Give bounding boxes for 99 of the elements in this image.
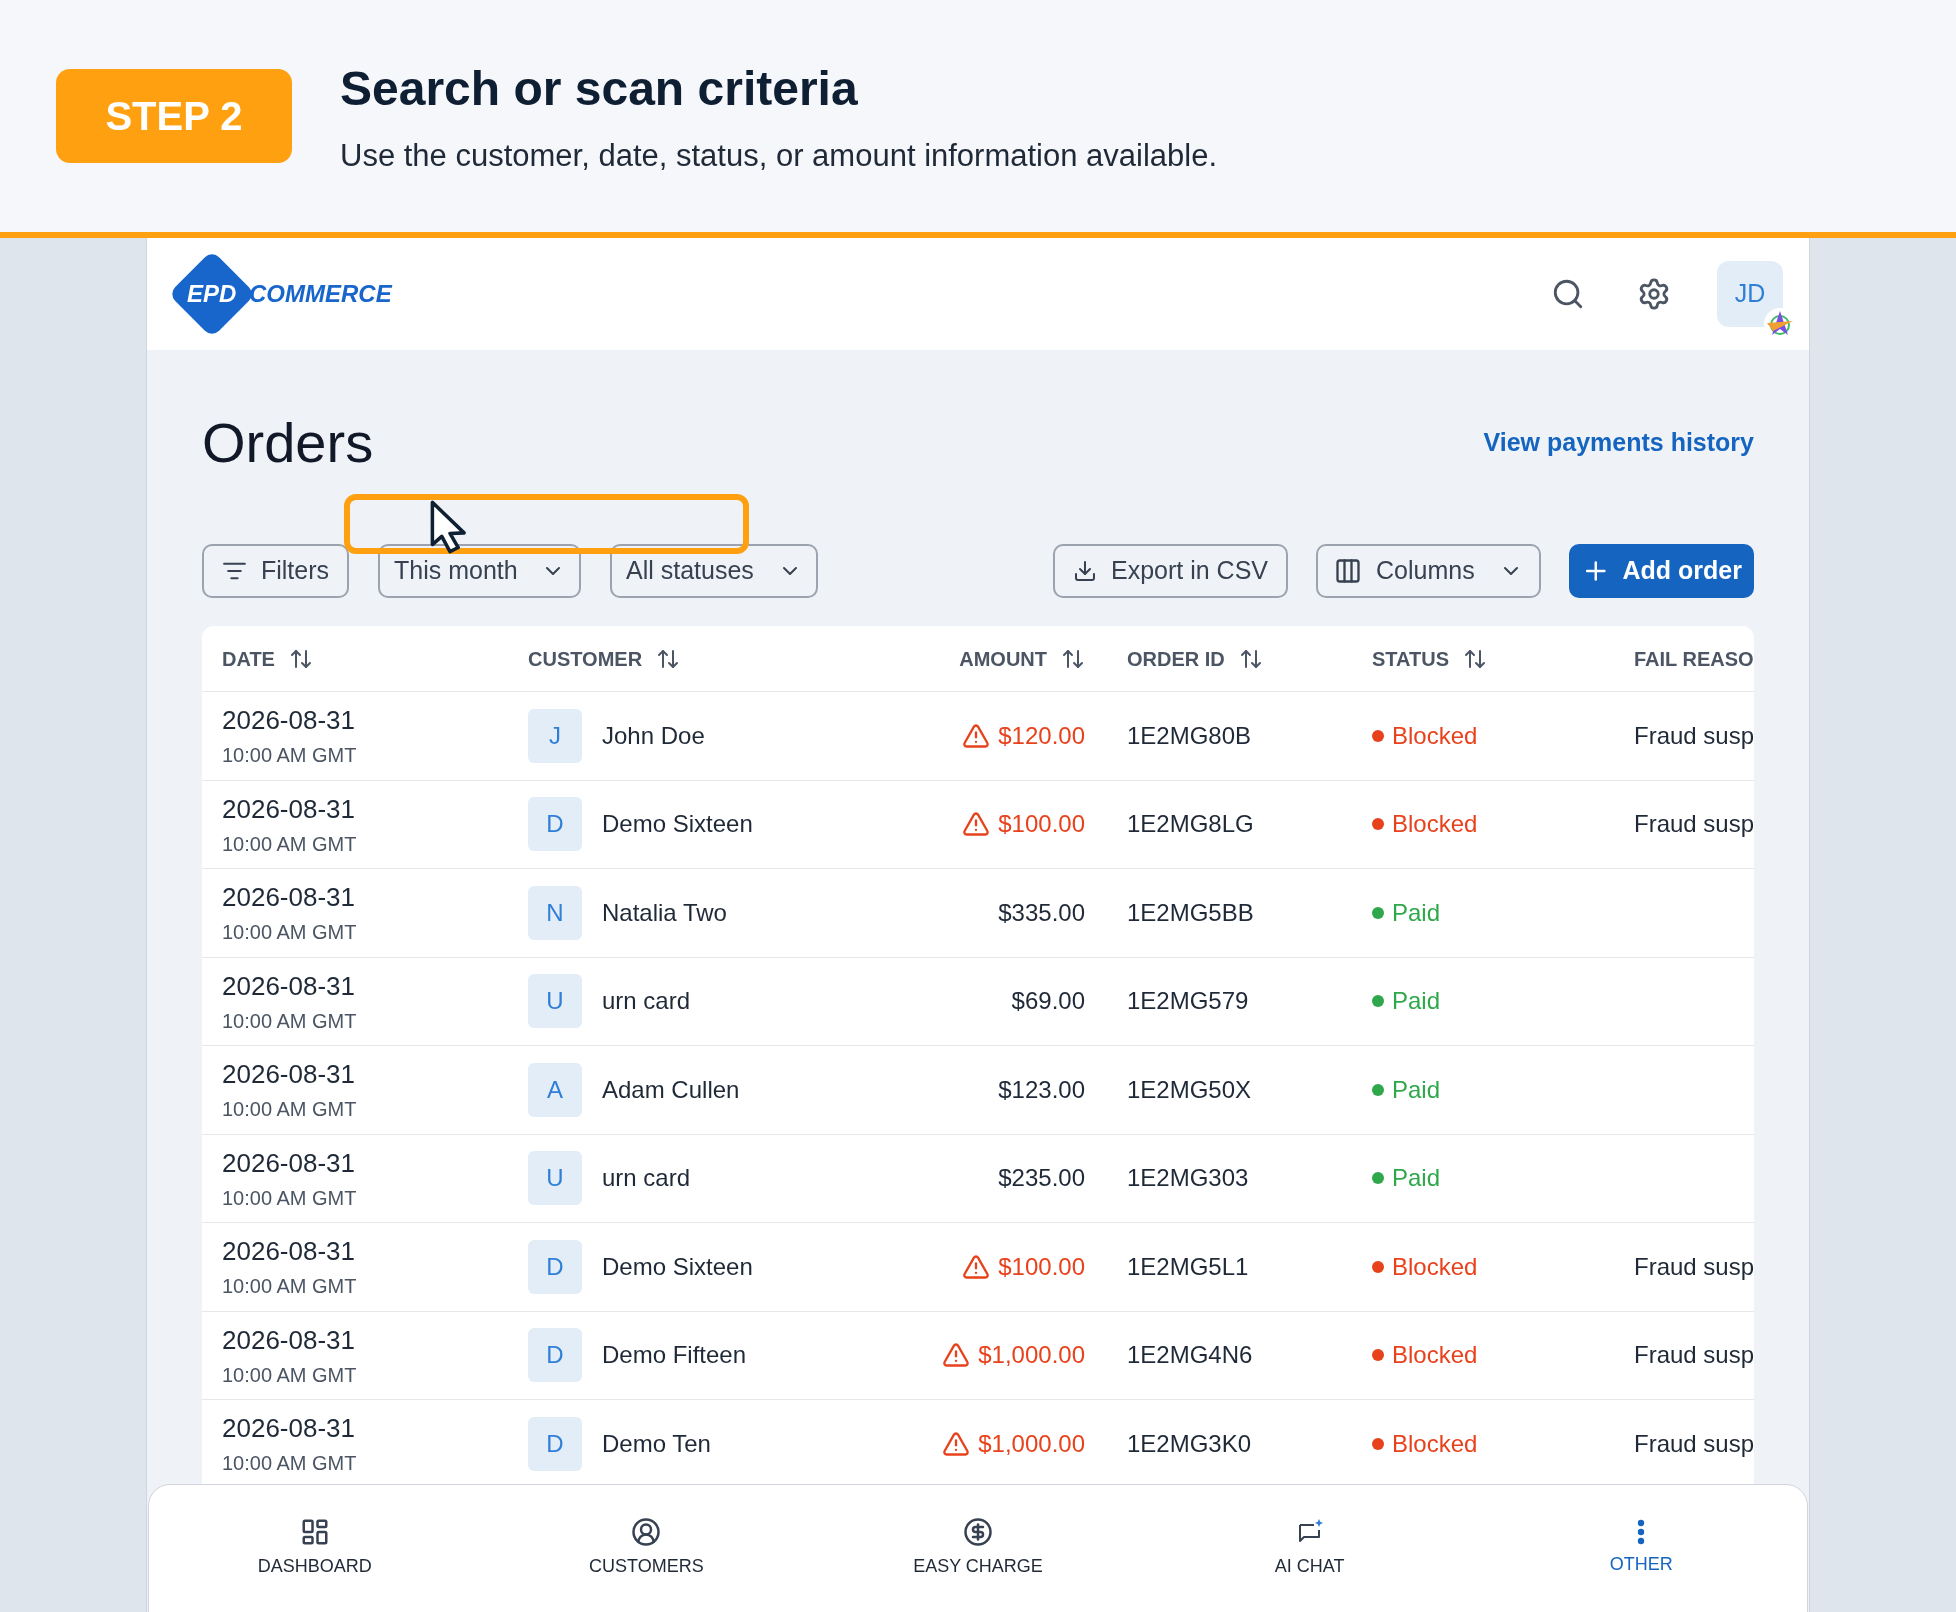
customer-avatar: N (528, 885, 582, 940)
step-description: Use the customer, date, status, or amount information available. (340, 136, 1218, 175)
column-header: AMOUNT (959, 646, 1047, 672)
order-amount: $100.00 (998, 1251, 1085, 1282)
order-status: Paid (1392, 1074, 1441, 1105)
order-time: 10:00 AM GMT (222, 1451, 358, 1477)
fail-reason: Fraud susp (1634, 810, 1755, 838)
order-date: 2026-08-31 (222, 1058, 356, 1092)
customer-avatar: D (528, 1328, 582, 1383)
column-header: STATUS (1372, 646, 1450, 672)
column-header: CUSTOMER (528, 646, 643, 672)
order-id: 1E2MG579 (1127, 987, 1249, 1015)
order-time: 10:00 AM GMT (222, 1185, 358, 1211)
customer-avatar: D (528, 1239, 582, 1294)
warning-icon (962, 810, 991, 839)
customer-name: Demo Sixteen (602, 809, 753, 840)
customer-name: John Doe (602, 720, 705, 751)
fail-reason: Fraud susp (1634, 721, 1755, 749)
order-id: 1E2MG303 (1127, 1164, 1249, 1192)
customer-name: urn card (602, 1163, 691, 1194)
order-amount: $123.00 (998, 1074, 1085, 1105)
page-title: Orders (202, 410, 374, 476)
columns-dropdown[interactable]: Columns (1316, 544, 1541, 598)
order-amount: $1,000.00 (978, 1340, 1085, 1371)
step-badge: STEP 2 (56, 69, 292, 163)
customer-name: Demo Ten (602, 1428, 711, 1459)
customer-avatar: D (528, 797, 582, 852)
order-amount: $335.00 (998, 897, 1085, 928)
step-title: Search or scan criteria (340, 60, 859, 117)
customer-name: Adam Cullen (602, 1074, 740, 1105)
dollar-coin-icon (963, 1516, 993, 1547)
warning-icon (962, 721, 991, 750)
order-amount: $100.00 (998, 809, 1085, 840)
export-csv-button[interactable]: Export in CSV (1053, 544, 1288, 598)
order-time: 10:00 AM GMT (222, 743, 358, 769)
order-id: 1E2MG80B (1127, 721, 1252, 749)
customer-name: urn card (602, 986, 691, 1017)
fail-reason: Fraud susp (1634, 1429, 1755, 1457)
column-header: FAIL REASO (1634, 646, 1754, 672)
order-date: 2026-08-31 (222, 1412, 356, 1446)
customer-name: Natalia Two (602, 897, 727, 928)
order-amount: $120.00 (998, 720, 1085, 751)
nav-tab[interactable]: AI CHAT (1143, 1485, 1476, 1611)
warning-icon (942, 1429, 971, 1458)
fail-reason: Fraud susp (1634, 1252, 1755, 1280)
columns-icon (1334, 557, 1362, 585)
order-date: 2026-08-31 (222, 969, 356, 1003)
order-time: 10:00 AM GMT (222, 1008, 358, 1034)
order-status: Paid (1392, 897, 1441, 928)
order-status: Blocked (1392, 1428, 1478, 1459)
download-icon (1073, 558, 1097, 584)
more-icon (1637, 1518, 1646, 1545)
order-status: Blocked (1392, 1340, 1478, 1371)
nav-tab[interactable]: OTHER (1475, 1485, 1807, 1611)
order-date: 2026-08-31 (222, 792, 356, 826)
nav-tab[interactable]: CUSTOMERS (480, 1485, 813, 1611)
order-id: 1E2MG5L1 (1127, 1252, 1249, 1280)
customer-avatar: A (528, 1062, 582, 1117)
order-id: 1E2MG4N6 (1127, 1341, 1253, 1369)
order-time: 10:00 AM GMT (222, 1097, 358, 1123)
payments-history-link[interactable]: View payments history (1483, 424, 1754, 462)
order-id: 1E2MG50X (1127, 1075, 1252, 1103)
order-date: 2026-08-31 (222, 881, 356, 915)
order-status: Blocked (1392, 1251, 1478, 1282)
customer-avatar: D (528, 1416, 582, 1471)
customer-avatar: J (528, 708, 582, 763)
order-time: 10:00 AM GMT (222, 1362, 358, 1388)
add-order-button[interactable]: Add order (1569, 544, 1754, 598)
order-status: Paid (1392, 986, 1441, 1017)
order-time: 10:00 AM GMT (222, 1274, 358, 1300)
order-amount: $235.00 (998, 1163, 1085, 1194)
warning-icon (942, 1341, 971, 1370)
order-date: 2026-08-31 (222, 1235, 356, 1269)
order-date: 2026-08-31 (222, 704, 356, 738)
column-header: DATE (222, 646, 275, 672)
nav-tab[interactable]: DASHBOARD (149, 1485, 481, 1611)
order-status: Paid (1392, 1163, 1441, 1194)
order-date: 2026-08-31 (222, 1323, 356, 1357)
customer-name: Demo Sixteen (602, 1251, 753, 1282)
order-status: Blocked (1392, 809, 1478, 840)
order-status: Blocked (1392, 720, 1478, 751)
customer-avatar: U (528, 1151, 582, 1206)
status-dropdown[interactable]: All statuses (610, 544, 818, 598)
order-amount: $69.00 (1011, 986, 1085, 1017)
order-id: 1E2MG8LG (1127, 810, 1254, 838)
order-time: 10:00 AM GMT (222, 920, 358, 946)
warning-icon (962, 1252, 991, 1281)
column-header: ORDER ID (1127, 646, 1225, 672)
fail-reason: Fraud susp (1634, 1341, 1755, 1369)
order-id: 1E2MG5BB (1127, 898, 1254, 926)
user-icon (631, 1516, 662, 1547)
order-date: 2026-08-31 (222, 1146, 356, 1180)
customer-avatar: U (528, 974, 582, 1029)
nav-tab[interactable]: EASY CHARGE (812, 1485, 1144, 1611)
filters-button[interactable]: Filters (202, 544, 349, 598)
order-id: 1E2MG3K0 (1127, 1429, 1252, 1457)
customer-name: Demo Fifteen (602, 1340, 747, 1371)
order-time: 10:00 AM GMT (222, 831, 358, 857)
order-amount: $1,000.00 (978, 1428, 1085, 1459)
